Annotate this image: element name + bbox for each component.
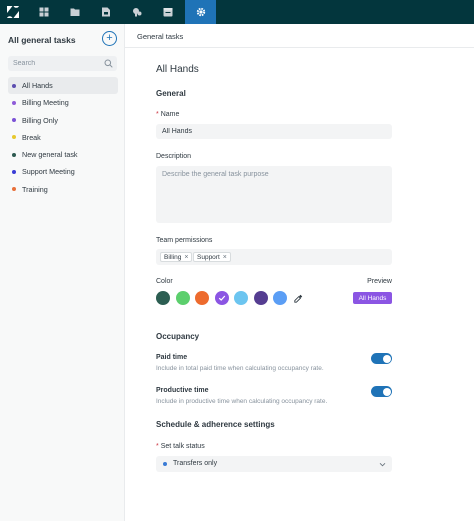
page-title: All Hands	[156, 64, 199, 75]
nav-settings-button[interactable]	[185, 0, 216, 24]
talk-status-select[interactable]: Transfers only	[156, 456, 392, 472]
add-general-task-button[interactable]: +	[102, 31, 117, 46]
color-swatch[interactable]	[156, 291, 170, 305]
task-color-dot	[12, 169, 16, 174]
permission-tag-support: Support ×	[193, 252, 231, 262]
sidebar-title: All general tasks	[8, 35, 76, 45]
chevron-down-icon	[379, 462, 386, 467]
task-color-dot	[12, 83, 16, 88]
productive-time-toggle[interactable]	[371, 386, 392, 397]
task-label: All Hands	[22, 81, 53, 90]
check-icon	[218, 295, 225, 301]
task-label: New general task	[22, 150, 78, 160]
calendar-icon	[101, 7, 110, 17]
schedule-section-heading: Schedule & adherence settings	[156, 420, 275, 429]
preview-badge: All Hands	[353, 292, 392, 304]
color-swatch[interactable]	[253, 291, 268, 305]
color-swatch[interactable]	[195, 291, 209, 305]
paid-time-hint: Include in total paid time when calculat…	[156, 365, 324, 372]
color-swatch[interactable]	[214, 291, 229, 305]
talk-status-label: * Set talk status	[156, 443, 205, 450]
task-list-item[interactable]: Support Meeting	[8, 163, 118, 180]
required-marker: *	[156, 443, 159, 450]
color-label: Color	[156, 278, 173, 285]
top-nav-bar	[0, 0, 474, 24]
task-color-dot	[12, 118, 16, 123]
remove-tag-icon[interactable]: ×	[223, 254, 227, 261]
task-list-item[interactable]: Billing Meeting	[8, 94, 118, 111]
remove-tag-icon[interactable]: ×	[184, 254, 188, 261]
task-list: All Hands Billing Meeting Billing Only Brea…	[8, 77, 118, 198]
task-label: Training	[22, 184, 48, 194]
nav-dashboard-button[interactable]	[28, 0, 59, 24]
task-label: Support Meeting	[22, 167, 75, 177]
talk-status-value: Transfers only	[173, 460, 218, 467]
task-label: Break	[22, 132, 41, 142]
task-label: Billing Only	[22, 115, 58, 125]
task-list-item[interactable]: Break	[8, 129, 118, 146]
task-color-dot	[12, 187, 16, 192]
paid-time-toggle[interactable]	[371, 353, 392, 364]
productive-time-hint: Include in productive time when calculat…	[156, 398, 328, 405]
status-dot	[163, 462, 167, 466]
content-header: General tasks	[125, 24, 474, 48]
required-marker: *	[156, 111, 159, 118]
general-section-heading: General	[156, 89, 186, 98]
folder-icon	[70, 8, 79, 16]
settings-icon	[196, 7, 205, 17]
nav-schedule-button[interactable]	[152, 0, 183, 24]
color-swatch[interactable]	[273, 291, 287, 305]
task-label: Billing Meeting	[22, 98, 69, 108]
description-textarea[interactable]	[156, 166, 392, 223]
description-label: Description	[156, 153, 192, 160]
name-input[interactable]	[156, 124, 392, 139]
permission-tag-billing: Billing ×	[160, 252, 193, 262]
task-color-dot	[12, 100, 16, 105]
task-form: All Hands General *Name Description Team…	[125, 48, 474, 521]
task-list-item[interactable]: New general task	[8, 146, 118, 163]
task-list-item[interactable]: All Hands	[8, 77, 118, 94]
team-permissions-label: Team permissions	[156, 237, 213, 244]
productive-time-label: Productive time	[156, 387, 209, 394]
task-color-dot	[12, 152, 16, 157]
nav-folder-button[interactable]	[59, 0, 90, 24]
color-swatch[interactable]	[234, 291, 248, 305]
breadcrumb: General tasks	[137, 32, 184, 41]
sidebar: All general tasks + All Hands Billing Mee…	[0, 24, 125, 521]
occupancy-section-heading: Occupancy	[156, 332, 200, 341]
color-swatch[interactable]	[175, 291, 190, 305]
nav-cog-people-button[interactable]	[121, 0, 152, 24]
nav-calendar-button[interactable]	[90, 0, 121, 24]
search-input[interactable]	[8, 56, 117, 71]
task-list-item[interactable]: Training	[8, 181, 118, 198]
task-list-item[interactable]: Billing Only	[8, 112, 118, 129]
preview-label: Preview	[367, 278, 392, 285]
dashboard-icon	[39, 7, 48, 17]
schedule-icon	[163, 8, 172, 17]
eyedropper-icon[interactable]	[294, 294, 303, 303]
paid-time-label: Paid time	[156, 354, 188, 361]
zendesk-logo-icon[interactable]	[6, 5, 20, 19]
team-permissions-input[interactable]: Billing × Support ×	[156, 249, 392, 265]
task-color-dot	[12, 135, 16, 140]
plus-icon: +	[106, 32, 113, 44]
name-label: * Name	[156, 111, 180, 118]
search-icon	[104, 59, 113, 68]
cog-people-icon	[132, 8, 141, 17]
